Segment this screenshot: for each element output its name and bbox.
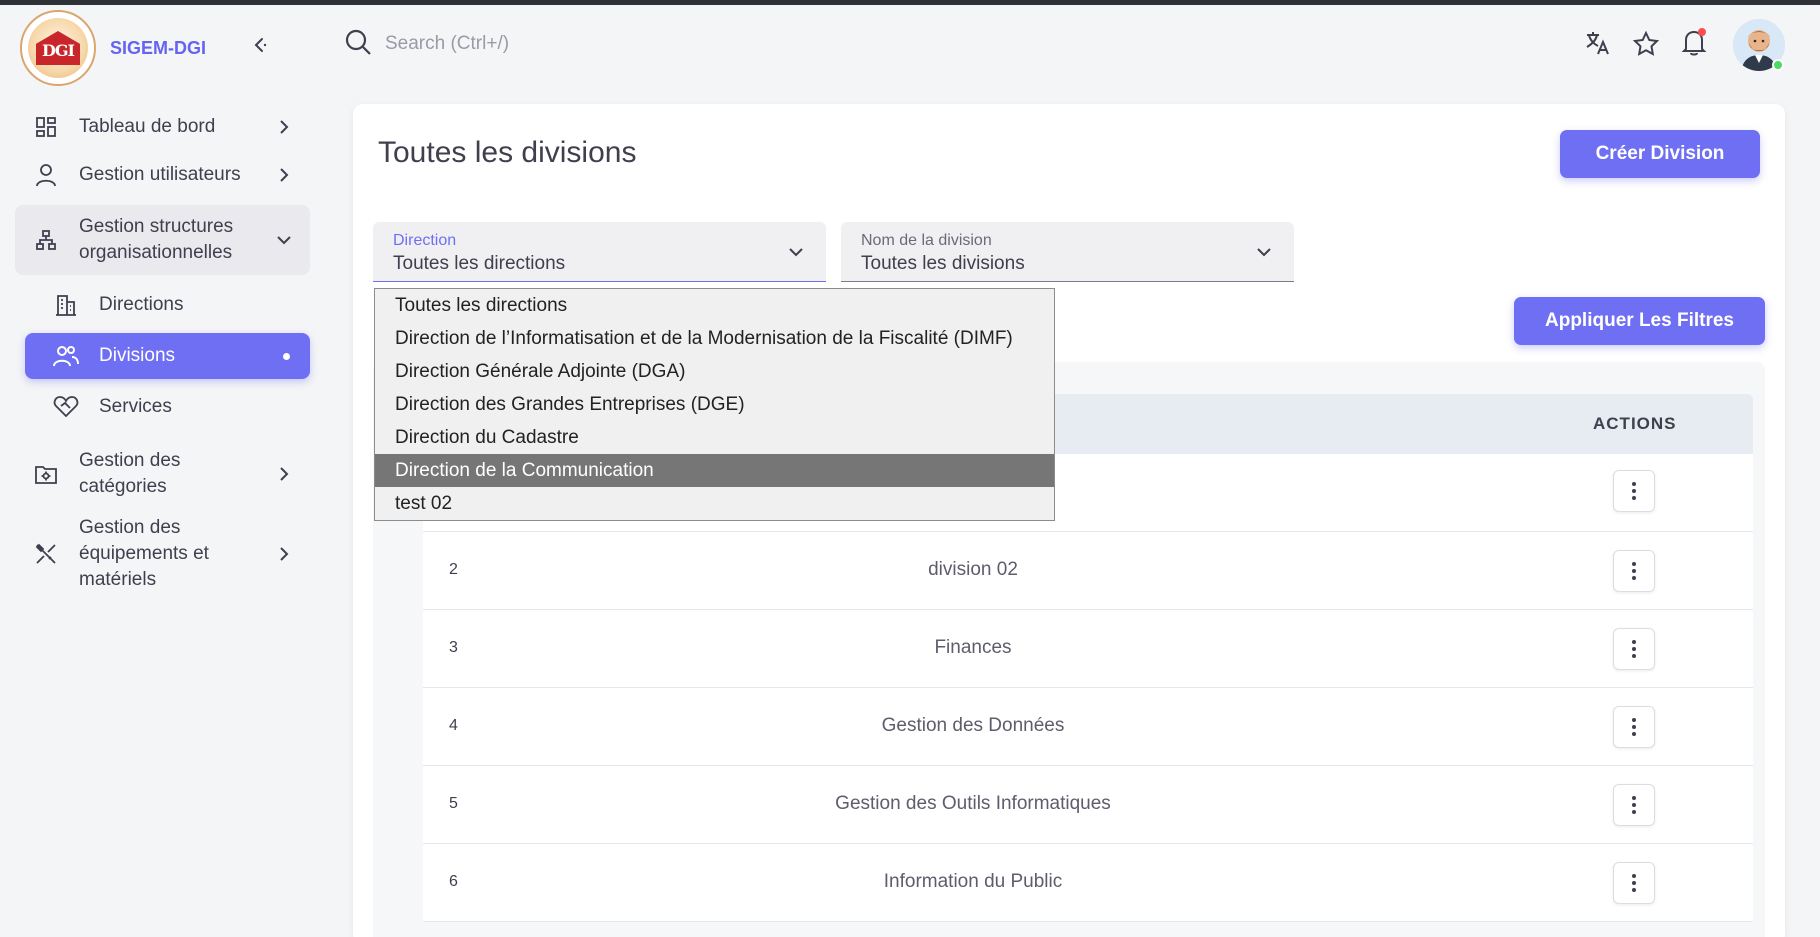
chevron-right-icon bbox=[276, 167, 292, 183]
page-title: Toutes les divisions bbox=[378, 136, 637, 169]
actions-column-header: ACTIONS bbox=[1593, 414, 1677, 433]
dropdown-option[interactable]: Direction de l’Informatisation et de la … bbox=[375, 322, 1054, 355]
chevron-right-icon bbox=[276, 119, 292, 135]
dashboard-icon bbox=[33, 114, 59, 140]
sidebar-nav: Tableau de bord Gestion utilisateurs Ges… bbox=[15, 103, 310, 595]
table-row: 3 Finances bbox=[423, 610, 1753, 688]
division-select-value: Toutes les divisions bbox=[861, 253, 1025, 274]
sidebar-item-label: matériels bbox=[79, 569, 157, 590]
sidebar: DGI SIGEM-DGI Tableau de bord Gestion ut… bbox=[0, 5, 330, 937]
sidebar-item-gestion-categories[interactable]: Gestion des catégories bbox=[15, 439, 310, 509]
table-row: 5 Gestion des Outils Informatiques bbox=[423, 766, 1753, 844]
user-icon bbox=[33, 162, 59, 188]
star-icon[interactable] bbox=[1631, 29, 1661, 59]
table-row: 2 division 02 bbox=[423, 532, 1753, 610]
chevron-down-icon bbox=[276, 232, 292, 248]
dropdown-option-highlighted[interactable]: Direction de la Communication bbox=[375, 454, 1054, 487]
direction-dropdown-list: Toutes les directions Direction de l’Inf… bbox=[374, 288, 1055, 521]
dropdown-option[interactable]: Direction Générale Adjointe (DGA) bbox=[375, 355, 1054, 388]
sidebar-item-directions[interactable]: Directions bbox=[25, 281, 310, 329]
bell-icon[interactable] bbox=[1679, 27, 1709, 57]
dropdown-option[interactable]: Direction des Grandes Entreprises (DGE) bbox=[375, 388, 1054, 421]
sidebar-item-label: catégories bbox=[79, 476, 167, 497]
tools-icon bbox=[33, 541, 59, 567]
division-name: Finances bbox=[934, 637, 1012, 658]
sidebar-item-gestion-utilisateurs[interactable]: Gestion utilisateurs bbox=[15, 151, 310, 199]
table-row: 4 Gestion des Données bbox=[423, 688, 1753, 766]
division-name: division 02 bbox=[928, 559, 1018, 580]
sidebar-item-label: équipements et bbox=[79, 543, 209, 564]
hierarchy-icon bbox=[33, 227, 59, 253]
chevron-right-icon bbox=[276, 466, 292, 482]
sidebar-subitem-label: Services bbox=[99, 396, 172, 417]
building-icon bbox=[53, 292, 79, 318]
notification-dot bbox=[1698, 28, 1706, 36]
division-name: Gestion des Outils Informatiques bbox=[835, 793, 1111, 814]
more-vertical-icon bbox=[1632, 718, 1636, 736]
translate-icon[interactable] bbox=[1583, 28, 1613, 58]
sidebar-item-gestion-equipements[interactable]: Gestion des équipements et matériels bbox=[15, 513, 310, 595]
sidebar-item-label: Gestion des bbox=[79, 517, 181, 538]
sidebar-item-tableau-de-bord[interactable]: Tableau de bord bbox=[15, 103, 310, 151]
apply-filters-button[interactable]: Appliquer Les Filtres bbox=[1514, 297, 1765, 345]
dropdown-option[interactable]: test 02 bbox=[375, 487, 1054, 520]
chevron-down-icon bbox=[1256, 244, 1272, 262]
row-number: 5 bbox=[449, 795, 458, 812]
more-vertical-icon bbox=[1632, 640, 1636, 658]
logo-text: DGI bbox=[41, 41, 75, 60]
sidebar-subitem-label: Directions bbox=[99, 294, 184, 315]
row-actions-button[interactable] bbox=[1613, 470, 1655, 512]
users-icon bbox=[53, 343, 79, 369]
sidebar-subitem-label: Divisions bbox=[99, 345, 176, 366]
sidebar-item-label: Gestion utilisateurs bbox=[79, 164, 241, 185]
sidebar-item-label: organisationnelles bbox=[79, 242, 233, 263]
sidebar-item-divisions[interactable]: Divisions bbox=[25, 333, 310, 379]
search-icon[interactable] bbox=[344, 28, 372, 61]
sidebar-item-services[interactable]: Services bbox=[25, 383, 310, 431]
heart-handshake-icon bbox=[53, 394, 79, 420]
search-input[interactable] bbox=[385, 28, 885, 60]
division-select[interactable]: Nom de la division Toutes les divisions bbox=[841, 222, 1294, 282]
row-actions-button[interactable] bbox=[1613, 706, 1655, 748]
brand-name: SIGEM-DGI bbox=[110, 37, 207, 58]
division-name: Gestion des Données bbox=[881, 715, 1065, 736]
folder-settings-icon bbox=[33, 461, 59, 487]
dropdown-option[interactable]: Toutes les directions bbox=[375, 289, 1054, 322]
table-row: 6 Information du Public bbox=[423, 844, 1753, 922]
row-actions-button[interactable] bbox=[1613, 550, 1655, 592]
direction-select[interactable]: Direction Toutes les directions bbox=[373, 222, 826, 282]
sidebar-item-label: Gestion structures bbox=[79, 216, 234, 237]
sidebar-item-label: Tableau de bord bbox=[79, 116, 216, 137]
more-vertical-icon bbox=[1632, 562, 1636, 580]
online-status-badge bbox=[1772, 59, 1784, 71]
sidebar-item-gestion-structures[interactable]: Gestion structures organisationnelles bbox=[15, 205, 310, 275]
row-number: 2 bbox=[449, 561, 458, 578]
row-actions-button[interactable] bbox=[1613, 784, 1655, 826]
division-select-label: Nom de la division bbox=[861, 232, 992, 249]
row-number: 6 bbox=[449, 873, 458, 890]
more-vertical-icon bbox=[1632, 874, 1636, 892]
more-vertical-icon bbox=[1632, 796, 1636, 814]
chevron-right-icon bbox=[276, 546, 292, 562]
active-dot bbox=[283, 352, 290, 360]
dropdown-option[interactable]: Direction du Cadastre bbox=[375, 421, 1054, 454]
chevron-down-icon bbox=[788, 244, 804, 262]
row-number: 4 bbox=[449, 717, 458, 734]
row-actions-button[interactable] bbox=[1613, 628, 1655, 670]
sidebar-item-label: Gestion des bbox=[79, 450, 181, 471]
direction-select-label: Direction bbox=[393, 232, 457, 249]
dgi-logo: DGI bbox=[20, 10, 96, 86]
row-number: 3 bbox=[449, 639, 458, 656]
more-vertical-icon bbox=[1632, 482, 1636, 500]
direction-select-value: Toutes les directions bbox=[393, 253, 566, 274]
collapse-sidebar-icon[interactable] bbox=[250, 35, 270, 55]
division-name: Information du Public bbox=[883, 871, 1063, 892]
brand[interactable]: DGI SIGEM-DGI bbox=[20, 10, 206, 86]
create-division-button[interactable]: Créer Division bbox=[1560, 130, 1760, 178]
row-actions-button[interactable] bbox=[1613, 862, 1655, 904]
